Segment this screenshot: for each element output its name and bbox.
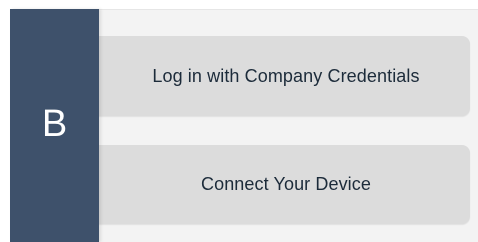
company-credentials-login-button[interactable]: Log in with Company Credentials [72, 36, 470, 116]
app-logo-tile: B [10, 9, 99, 242]
connect-device-button[interactable]: Connect Your Device [72, 145, 470, 224]
app-logo-letter: B [41, 102, 68, 145]
connect-device-label: Connect Your Device [200, 174, 371, 194]
company-credentials-login-label: Log in with Company Credentials [152, 65, 420, 86]
